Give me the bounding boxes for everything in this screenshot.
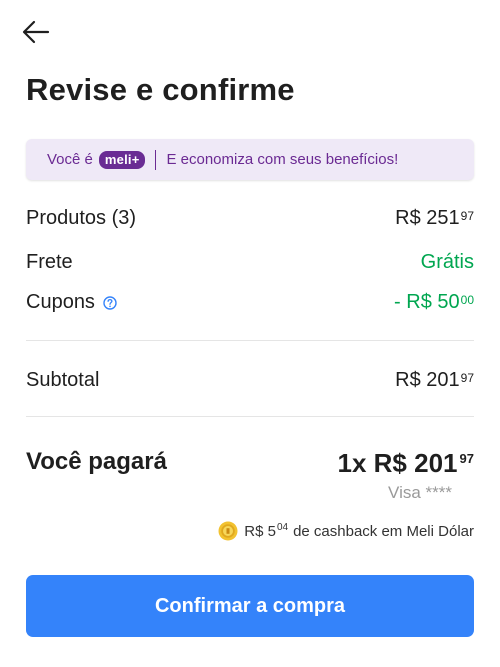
payment-method: Visa ****	[388, 483, 452, 502]
meli-dolar-coin-icon	[218, 521, 238, 541]
total-label: Você pagará	[26, 448, 167, 475]
total-amount: 1x R$ 201 97	[337, 448, 475, 478]
subtotal-row: Subtotal R$ 201 97	[26, 369, 474, 392]
cashback-cents: 04	[276, 521, 289, 533]
cashback-text: de cashback em Meli Dólar	[293, 522, 474, 540]
banner-text: E economiza com seus benefícios!	[166, 151, 399, 168]
meli-plus-banner[interactable]: Você é meli+ E economiza com seus benefí…	[26, 139, 474, 180]
shipping-label: Frete	[26, 251, 73, 273]
page-title: Revise e confirme	[26, 72, 295, 107]
banner-prefix: Você é	[47, 151, 93, 168]
cashback-amount: 5	[267, 522, 276, 540]
meli-plus-badge: meli+	[98, 150, 146, 169]
products-label: Produtos (3)	[26, 207, 137, 229]
shipping-row: Frete Grátis	[26, 251, 474, 274]
divider	[26, 416, 474, 417]
coupons-discount: - R$ 50 00	[394, 291, 474, 313]
subtotal-price: R$ 201 97	[395, 369, 474, 391]
products-price: R$ 251 97	[395, 207, 474, 229]
back-button[interactable]	[20, 16, 52, 48]
arrow-left-icon	[22, 20, 50, 44]
confirm-purchase-button[interactable]: Confirmar a compra	[26, 575, 474, 637]
banner-separator	[155, 149, 157, 170]
coupons-label-wrap: Cupons	[26, 291, 117, 314]
divider	[26, 340, 474, 341]
cashback-info: R$ 5 04 de cashback em Meli Dólar	[218, 521, 474, 541]
subtotal-label: Subtotal	[26, 369, 100, 391]
cashback-currency: R$	[244, 522, 264, 540]
coupons-row: Cupons - R$ 50 00	[26, 291, 474, 314]
question-circle-icon[interactable]	[103, 295, 117, 310]
shipping-value: Grátis	[420, 251, 474, 273]
coupons-label: Cupons	[26, 291, 95, 313]
products-row: Produtos (3) R$ 251 97	[26, 207, 474, 230]
